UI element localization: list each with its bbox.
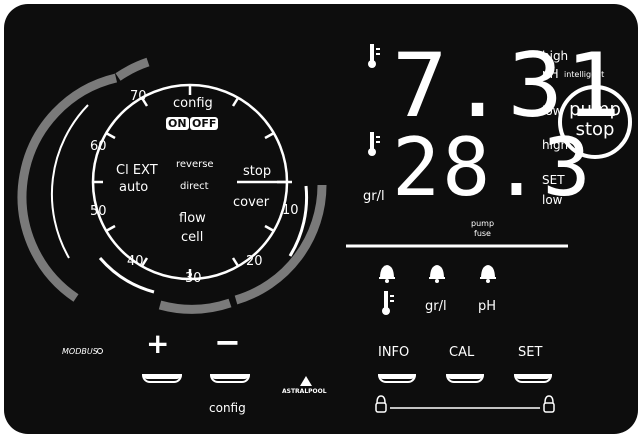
modbus-label: MODBUS [62, 347, 98, 356]
config-on-indicator: ON [166, 117, 189, 130]
set-button[interactable] [514, 374, 552, 383]
dial-arc-white-outer [50, 104, 89, 259]
minus-symbol: − [214, 323, 241, 361]
pump-fuse-line2: fuse [474, 229, 491, 238]
pump-fuse-line1: pump [471, 219, 495, 228]
ph-low-label: low [542, 104, 563, 118]
dial-direct-label: direct [180, 181, 209, 192]
dial-ciext-label: Cl EXT [116, 163, 158, 178]
dial-stop-label: stop [243, 164, 272, 179]
alarm-grl-label: gr/l [425, 299, 447, 314]
pump-stop-line1: pump [569, 99, 621, 120]
lock-icon [375, 395, 387, 413]
grl-unit-label: gr/l [363, 189, 385, 204]
dial-scale-30: 30 [185, 271, 202, 286]
temp-set-label: SET [542, 173, 565, 187]
dial-flow-label: flow [179, 211, 206, 226]
dial-reverse-label: reverse [176, 159, 214, 170]
bell-icon [429, 265, 445, 283]
temp-high-label: high [542, 138, 569, 152]
config-off-indicator: OFF [190, 117, 219, 130]
bell-icon [379, 265, 395, 283]
dial-scale-60: 60 [90, 139, 107, 154]
dial-cover-label: cover [233, 195, 270, 210]
temp-low-label: low [542, 193, 563, 207]
dial-scale-20: 20 [246, 254, 263, 269]
lock-icon [543, 395, 555, 413]
config-label: config [209, 401, 246, 415]
set-label: SET [518, 345, 543, 360]
thermometer-icon [382, 291, 394, 315]
plus-button[interactable] [142, 374, 182, 383]
bell-icon [480, 265, 496, 283]
info-button[interactable] [378, 374, 416, 383]
dial-scale-10: 10 [282, 203, 299, 218]
info-label: INFO [378, 345, 410, 360]
astralpool-brand: ASTRALPOOL [282, 388, 327, 395]
dial-auto-label: auto [119, 180, 149, 195]
cal-button[interactable] [446, 374, 484, 383]
dial-segment-gray-left [17, 73, 118, 302]
dial-cell-label: cell [181, 230, 204, 245]
thermometer-icon [368, 44, 380, 68]
modbus-dot [97, 348, 103, 354]
dial-config-label: config [173, 96, 213, 111]
alarm-ph-label: pH [478, 299, 497, 314]
ph-high-label: high [542, 49, 569, 63]
dial-segment-gray-bottom [158, 298, 232, 314]
plus-symbol: + [146, 327, 170, 360]
dial-scale-40: 40 [127, 254, 144, 269]
ph-unit-label: pH [542, 67, 559, 81]
thermometer-icon [368, 132, 380, 156]
dial-segment-gray-top [115, 57, 150, 81]
cal-label: CAL [449, 345, 475, 360]
dial-scale-50: 50 [90, 204, 107, 219]
minus-button[interactable] [210, 374, 250, 383]
dial-scale-70: 70 [130, 89, 147, 104]
intelligent-label: intelligent [564, 70, 605, 79]
astralpool-logo [300, 376, 312, 386]
